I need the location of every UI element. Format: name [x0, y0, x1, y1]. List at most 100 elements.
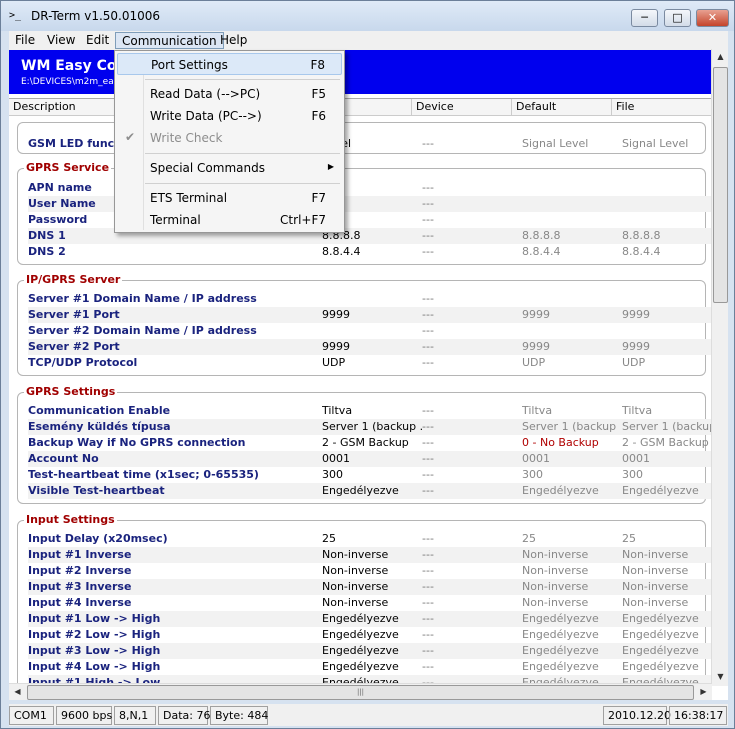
device-value: --- — [422, 324, 434, 337]
maximize-button[interactable]: □ — [664, 9, 691, 27]
close-button[interactable]: ✕ — [696, 9, 729, 27]
device-value: --- — [422, 660, 434, 673]
setting-row[interactable]: DNS 2 8.8.4.4 --- 8.8.4.4 8.8.4.4 — [28, 244, 712, 260]
setting-value[interactable]: 2 - GSM Backup — [322, 436, 422, 449]
header-default[interactable]: Default — [512, 99, 612, 116]
default-value: Signal Level — [522, 137, 589, 150]
menu-view[interactable]: View — [41, 32, 81, 49]
menu-communication[interactable]: Communication — [115, 32, 224, 49]
setting-value[interactable]: 0001 — [322, 452, 422, 465]
file-value: Non-inverse — [622, 564, 689, 577]
setting-value[interactable]: 9999 — [322, 340, 422, 353]
setting-value[interactable]: Non-inverse — [322, 548, 422, 561]
device-value: --- — [422, 197, 434, 210]
submenu-arrow-icon: ▶ — [327, 162, 334, 171]
setting-row[interactable]: Input #1 Inverse Non-inverse --- Non-invers… — [28, 547, 712, 563]
setting-label: Input #1 Inverse — [28, 548, 132, 561]
scroll-down-arrow-icon[interactable]: ▼ — [712, 669, 729, 685]
setting-row[interactable]: Input #3 Inverse Non-inverse --- Non-invers… — [28, 579, 712, 595]
default-value: 8.8.4.4 — [522, 245, 561, 258]
setting-value[interactable]: Non-inverse — [322, 580, 422, 593]
setting-value[interactable]: Engedélyezve — [322, 660, 422, 673]
setting-value[interactable]: 25 — [322, 532, 422, 545]
menu-item-port-settings[interactable]: Port Settings F8 — [117, 53, 342, 75]
menu-item-read-data[interactable]: Read Data (-->PC) F5 — [117, 83, 342, 105]
setting-value[interactable]: Tiltva — [322, 404, 422, 417]
setting-row[interactable]: Backup Way if No GPRS connection 2 - GSM … — [28, 435, 712, 451]
setting-label: Account No — [28, 452, 99, 465]
setting-row[interactable]: Esemény küldés típusa Server 1 (backup ..… — [28, 419, 712, 435]
setting-row[interactable]: Input #3 Low -> High Engedélyezve --- Enged… — [28, 643, 712, 659]
setting-label: TCP/UDP Protocol — [28, 356, 138, 369]
setting-row[interactable]: Input #2 Low -> High Engedélyezve --- Enged… — [28, 627, 712, 643]
header-file[interactable]: File — [612, 99, 712, 116]
app-window: >_ DR-Term v1.50.01006 ─ □ ✕ File View E… — [0, 0, 735, 729]
setting-label: Input #2 Low -> High — [28, 628, 161, 641]
group-title: IP/GPRS Server — [24, 273, 123, 286]
setting-value[interactable]: Engedélyezve — [322, 612, 422, 625]
horizontal-scrollbar[interactable]: ◀ ||| ▶ — [9, 683, 712, 700]
default-value: 0001 — [522, 452, 550, 465]
setting-label: Server #1 Port — [28, 308, 120, 321]
minimize-button[interactable]: ─ — [631, 9, 658, 27]
setting-value[interactable]: 300 — [322, 468, 422, 481]
menu-item-write-data[interactable]: Write Data (PC-->) F6 — [117, 105, 342, 127]
device-value: --- — [422, 137, 434, 150]
menu-help[interactable]: Help — [214, 32, 253, 49]
setting-value[interactable]: 9999 — [322, 308, 422, 321]
setting-value[interactable]: Engedélyezve — [322, 628, 422, 641]
device-value: --- — [422, 452, 434, 465]
setting-value[interactable]: Non-inverse — [322, 596, 422, 609]
setting-row[interactable]: Input #2 Inverse Non-inverse --- Non-invers… — [28, 563, 712, 579]
setting-row[interactable]: Input #1 Low -> High Engedélyezve --- Enged… — [28, 611, 712, 627]
setting-row[interactable]: Server #2 Port 9999 --- 9999 9999 — [28, 339, 712, 355]
setting-row[interactable]: Visible Test-heartbeat Engedélyezve --- Eng… — [28, 483, 712, 499]
setting-value[interactable]: Engedélyezve — [322, 644, 422, 657]
title-bar[interactable]: >_ DR-Term v1.50.01006 ─ □ ✕ — [1, 1, 734, 31]
setting-value[interactable]: 8.8.4.4 — [322, 245, 422, 258]
terminal-icon: >_ — [9, 10, 22, 21]
file-value: Engedélyezve — [622, 628, 699, 641]
setting-label: Backup Way if No GPRS connection — [28, 436, 246, 449]
menu-separator — [145, 153, 340, 154]
menu-edit[interactable]: Edit — [80, 32, 115, 49]
setting-value[interactable]: Non-inverse — [322, 564, 422, 577]
setting-value[interactable]: UDP — [322, 356, 422, 369]
device-value: --- — [422, 436, 434, 449]
menu-item-terminal[interactable]: Terminal Ctrl+F7 — [117, 209, 342, 231]
default-value: 300 — [522, 468, 543, 481]
scroll-right-arrow-icon[interactable]: ▶ — [695, 684, 712, 700]
default-value: Tiltva — [522, 404, 553, 417]
setting-label: Server #2 Port — [28, 340, 120, 353]
vertical-scrollbar[interactable]: ▲ ▼ — [711, 49, 728, 686]
horizontal-scroll-thumb[interactable]: ||| — [27, 685, 694, 700]
setting-row[interactable]: Test-heartbeat time (x1sec; 0-65535) 300-… — [28, 467, 712, 483]
setting-row[interactable]: TCP/UDP Protocol UDP --- UDP UDP — [28, 355, 712, 371]
setting-row[interactable]: Server #2 Domain Name / IP address --- — [28, 323, 712, 339]
default-value: 9999 — [522, 340, 550, 353]
group-ip-gprs-server: IP/GPRS Server Server #1 Domain Name / IP… — [17, 273, 712, 376]
scroll-left-arrow-icon[interactable]: ◀ — [9, 684, 26, 700]
device-value: --- — [422, 292, 434, 305]
menu-file[interactable]: File — [9, 32, 41, 49]
setting-row[interactable]: Server #1 Domain Name / IP address --- — [28, 291, 712, 307]
menu-item-ets-terminal[interactable]: ETS Terminal F7 — [117, 187, 342, 209]
window-title: DR-Term v1.50.01006 — [31, 9, 161, 23]
setting-row[interactable]: Input #4 Low -> High Engedélyezve --- Enged… — [28, 659, 712, 675]
setting-label: Input #4 Low -> High — [28, 660, 161, 673]
setting-row[interactable]: Input Delay (x20msec) 25 --- 25 25 — [28, 531, 712, 547]
setting-value[interactable]: Engedélyezve — [322, 484, 422, 497]
setting-label: Input #3 Inverse — [28, 580, 132, 593]
setting-row[interactable]: Server #1 Port 9999 --- 9999 9999 — [28, 307, 712, 323]
device-name: WM Easy Con — [21, 58, 127, 74]
scroll-up-arrow-icon[interactable]: ▲ — [712, 49, 729, 65]
setting-row[interactable]: Communication Enable Tiltva --- Tiltva Tiltv… — [28, 403, 712, 419]
setting-row[interactable]: Input #4 Inverse Non-inverse --- Non-invers… — [28, 595, 712, 611]
vertical-scroll-thumb[interactable] — [713, 67, 728, 303]
device-value: --- — [422, 580, 434, 593]
header-device[interactable]: Device — [412, 99, 512, 116]
menu-item-write-check[interactable]: ✔ Write Check — [117, 127, 342, 149]
setting-row[interactable]: Account No 0001 --- 0001 0001 — [28, 451, 712, 467]
menu-item-special-commands[interactable]: Special Commands ▶ — [117, 157, 342, 179]
setting-value[interactable]: Server 1 (backup ... — [322, 420, 422, 433]
